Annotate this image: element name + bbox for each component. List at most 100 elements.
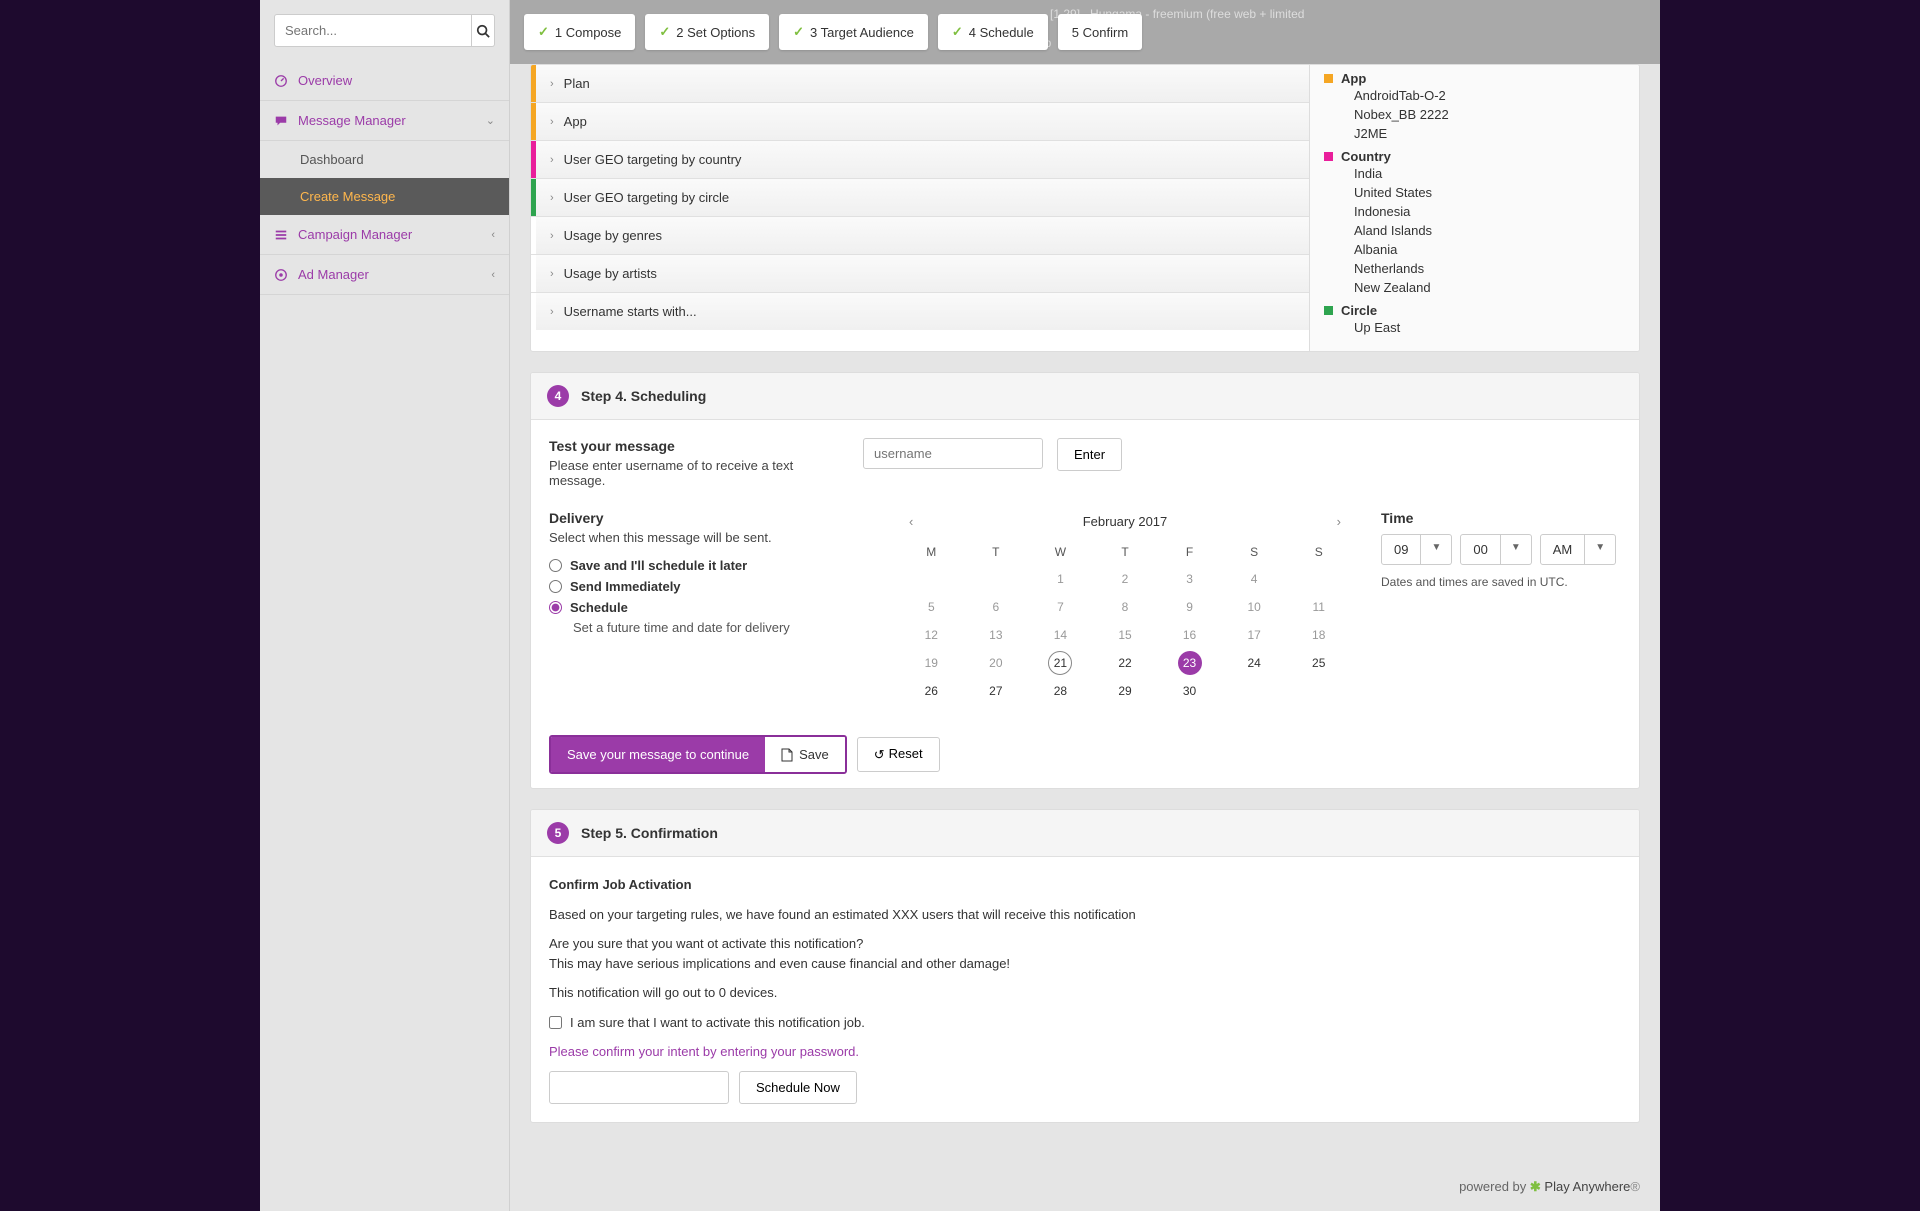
cal-day[interactable]: 22 <box>1093 651 1158 675</box>
schedule-now-button[interactable]: Schedule Now <box>739 1071 857 1104</box>
cal-day[interactable]: 30 <box>1157 679 1222 703</box>
ampm-dropdown[interactable]: AM▼ <box>1540 534 1616 565</box>
cal-day[interactable]: 29 <box>1093 679 1158 703</box>
cal-prev[interactable]: ‹ <box>905 510 917 533</box>
accordion-username[interactable]: ›Username starts with... <box>531 292 1309 330</box>
radio-schedule[interactable]: Schedule <box>549 597 869 618</box>
cal-day[interactable]: 25 <box>1286 651 1351 675</box>
accordion-label: App <box>564 114 587 129</box>
cal-day[interactable]: 17 <box>1222 623 1287 647</box>
summary-group-label: App <box>1341 71 1366 86</box>
schedule-desc: Set a future time and date for delivery <box>573 620 869 635</box>
play-anywhere-icon: ✱ <box>1530 1179 1545 1194</box>
chevron-down-icon: ⌄ <box>486 114 495 127</box>
cal-day[interactable]: 23 <box>1178 651 1202 675</box>
reset-button[interactable]: ↺Reset <box>857 737 940 772</box>
caret-down-icon: ▼ <box>1421 534 1452 565</box>
cal-day[interactable]: 3 <box>1157 567 1222 591</box>
chat-icon <box>274 114 288 128</box>
cal-day[interactable]: 1 <box>1028 567 1093 591</box>
cal-day[interactable]: 24 <box>1222 651 1287 675</box>
targeting-summary[interactable]: AppAndroidTab-O-2Nobex_BB 2222J2MECountr… <box>1309 65 1639 351</box>
summary-item: Aland Islands <box>1324 221 1625 240</box>
cal-next[interactable]: › <box>1333 510 1345 533</box>
accordion-geo_country[interactable]: ›User GEO targeting by country <box>531 140 1309 178</box>
save-button[interactable]: Save <box>765 737 845 772</box>
cal-day[interactable]: 4 <box>1222 567 1287 591</box>
cal-dow: S <box>1286 541 1351 563</box>
cal-day[interactable]: 13 <box>964 623 1029 647</box>
accordion-geo_circle[interactable]: ›User GEO targeting by circle <box>531 178 1309 216</box>
step-number-badge: 5 <box>547 822 569 844</box>
accordion-plan[interactable]: ›Plan <box>531 65 1309 102</box>
ampm-value: AM <box>1540 534 1586 565</box>
nav-sub-create-message[interactable]: Create Message <box>260 178 509 215</box>
password-input[interactable] <box>549 1071 729 1104</box>
cal-day[interactable]: 10 <box>1222 595 1287 619</box>
timezone-note: Dates and times are saved in UTC. <box>1381 575 1621 589</box>
accordion-app[interactable]: ›App <box>531 102 1309 140</box>
minute-dropdown[interactable]: 00▼ <box>1460 534 1531 565</box>
cal-day[interactable]: 27 <box>964 679 1029 703</box>
chevron-right-icon: › <box>550 230 554 242</box>
wizard-steps: [1,29] . Hungama - freemium (free web + … <box>510 0 1660 64</box>
step-confirm[interactable]: 5 Confirm <box>1058 14 1142 50</box>
search-input[interactable] <box>274 14 472 47</box>
cal-day[interactable]: 7 <box>1028 595 1093 619</box>
accordion-label: User GEO targeting by country <box>564 152 742 167</box>
accordion-artists[interactable]: ›Usage by artists <box>531 254 1309 292</box>
cal-day[interactable]: 9 <box>1157 595 1222 619</box>
radio-send-immediately[interactable]: Send Immediately <box>549 576 869 597</box>
undo-icon: ↺ <box>874 747 885 763</box>
confirm-checkbox[interactable] <box>549 1016 562 1029</box>
nav-overview[interactable]: Overview <box>260 61 509 101</box>
hour-dropdown[interactable]: 09▼ <box>1381 534 1452 565</box>
confirm-checkbox-row[interactable]: I am sure that I want to activate this n… <box>549 1015 1621 1030</box>
summary-item: New Zealand <box>1324 278 1625 297</box>
nav-label: Overview <box>298 73 352 88</box>
step-label: 1 Compose <box>555 25 621 40</box>
radio-save-later[interactable]: Save and I'll schedule it later <box>549 555 869 576</box>
summary-item: India <box>1324 164 1625 183</box>
chevron-right-icon: › <box>550 306 554 318</box>
cal-day[interactable]: 16 <box>1157 623 1222 647</box>
search-button[interactable] <box>472 14 495 47</box>
check-icon: ✓ <box>659 24 670 40</box>
step-schedule[interactable]: ✓4 Schedule <box>938 14 1048 50</box>
cal-day[interactable]: 18 <box>1286 623 1351 647</box>
cal-day[interactable]: 20 <box>964 651 1029 675</box>
cal-day[interactable]: 11 <box>1286 595 1351 619</box>
accordion-genres[interactable]: ›Usage by genres <box>531 216 1309 254</box>
enter-button[interactable]: Enter <box>1057 438 1122 471</box>
step-set-options[interactable]: ✓2 Set Options <box>645 14 769 50</box>
nav-sub-dashboard[interactable]: Dashboard <box>260 141 509 178</box>
cal-day[interactable]: 5 <box>899 595 964 619</box>
targeting-panel: ›Plan›App›User GEO targeting by country›… <box>530 64 1640 352</box>
step-compose[interactable]: ✓1 Compose <box>524 14 635 50</box>
cal-day[interactable]: 14 <box>1028 623 1093 647</box>
cal-day <box>1286 567 1351 591</box>
sidebar: Overview Message Manager ⌄ Dashboard Cre… <box>260 0 510 1211</box>
nav-ad-manager[interactable]: Ad Manager ‹ <box>260 255 509 295</box>
file-icon <box>781 748 793 762</box>
cal-day[interactable]: 12 <box>899 623 964 647</box>
summary-item: Nobex_BB 2222 <box>1324 105 1625 124</box>
nav-message-manager[interactable]: Message Manager ⌄ <box>260 101 509 141</box>
caret-down-icon: ▼ <box>1501 534 1532 565</box>
cal-day[interactable]: 6 <box>964 595 1029 619</box>
cal-day[interactable]: 2 <box>1093 567 1158 591</box>
calendar: ‹ February 2017 › MTWTFSS123456789101112… <box>899 510 1351 703</box>
minute-value: 00 <box>1460 534 1500 565</box>
cal-day[interactable]: 28 <box>1028 679 1093 703</box>
step-title: Step 5. Confirmation <box>581 825 718 841</box>
nav-campaign-manager[interactable]: Campaign Manager ‹ <box>260 215 509 255</box>
cal-day[interactable]: 8 <box>1093 595 1158 619</box>
cal-day[interactable]: 21 <box>1048 651 1072 675</box>
username-input[interactable] <box>863 438 1043 469</box>
cal-day[interactable]: 26 <box>899 679 964 703</box>
cal-day[interactable]: 15 <box>1093 623 1158 647</box>
cal-day[interactable]: 19 <box>899 651 964 675</box>
accordion-label: Usage by artists <box>564 266 657 281</box>
step-target-audience[interactable]: ✓3 Target Audience <box>779 14 928 50</box>
summary-item: Indonesia <box>1324 202 1625 221</box>
